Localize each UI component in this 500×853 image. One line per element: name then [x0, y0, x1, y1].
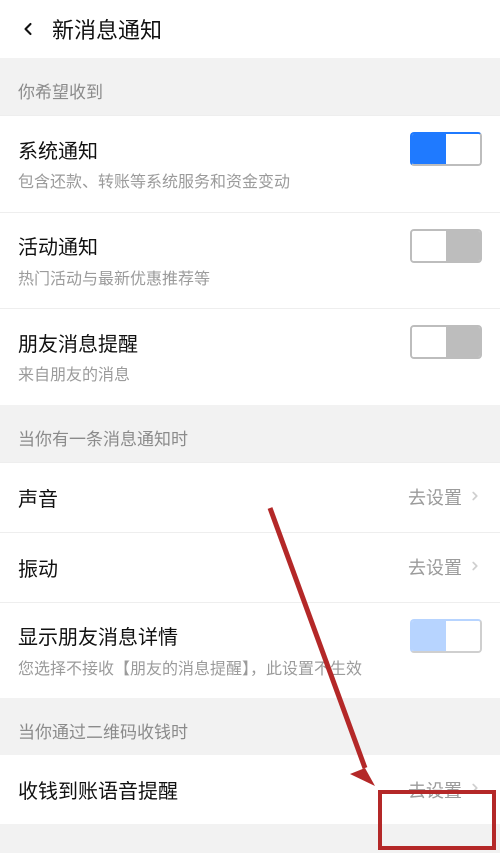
row-title: 振动 [18, 553, 58, 582]
row-sound[interactable]: 声音 去设置 [0, 462, 500, 532]
section-header-qr: 当你通过二维码收钱时 [0, 698, 500, 755]
section-header-want: 你希望收到 [0, 58, 500, 115]
chevron-left-icon [18, 19, 38, 39]
row-system-notify[interactable]: 系统通知 包含还款、转账等系统服务和资金变动 [0, 115, 500, 212]
chevron-right-icon [468, 487, 482, 508]
row-voice-receipt[interactable]: 收钱到账语音提醒 去设置 [0, 755, 500, 824]
toggle-friend-notify[interactable] [410, 325, 482, 359]
row-sub: 热门活动与最新优惠推荐等 [18, 269, 482, 291]
row-friend-notify[interactable]: 朋友消息提醒 来自朋友的消息 [0, 308, 500, 405]
toggle-friend-detail [410, 619, 482, 653]
chevron-right-icon [468, 557, 482, 578]
link-action: 去设置 [408, 554, 462, 580]
page-title: 新消息通知 [52, 13, 162, 45]
toggle-system-notify[interactable] [410, 132, 482, 166]
chevron-right-icon [468, 779, 482, 800]
row-title: 收钱到账语音提醒 [18, 775, 178, 804]
row-friend-detail: 显示朋友消息详情 您选择不接收【朋友的消息提醒】，此设置不生效 [0, 602, 500, 699]
row-sub: 来自朋友的消息 [18, 365, 482, 387]
back-button[interactable] [14, 15, 42, 43]
row-title: 朋友消息提醒 [18, 328, 138, 357]
row-title: 声音 [18, 483, 58, 512]
row-title: 活动通知 [18, 231, 98, 260]
row-sub: 您选择不接收【朋友的消息提醒】，此设置不生效 [18, 659, 482, 681]
link-action: 去设置 [408, 777, 462, 803]
row-title: 系统通知 [18, 135, 98, 164]
header-bar: 新消息通知 [0, 0, 500, 58]
toggle-activity-notify[interactable] [410, 229, 482, 263]
row-activity-notify[interactable]: 活动通知 热门活动与最新优惠推荐等 [0, 212, 500, 309]
link-action: 去设置 [408, 484, 462, 510]
row-sub: 包含还款、转账等系统服务和资金变动 [18, 172, 482, 194]
row-vibrate[interactable]: 振动 去设置 [0, 532, 500, 602]
row-title: 显示朋友消息详情 [18, 621, 178, 650]
section-header-whenmsg: 当你有一条消息通知时 [0, 405, 500, 462]
